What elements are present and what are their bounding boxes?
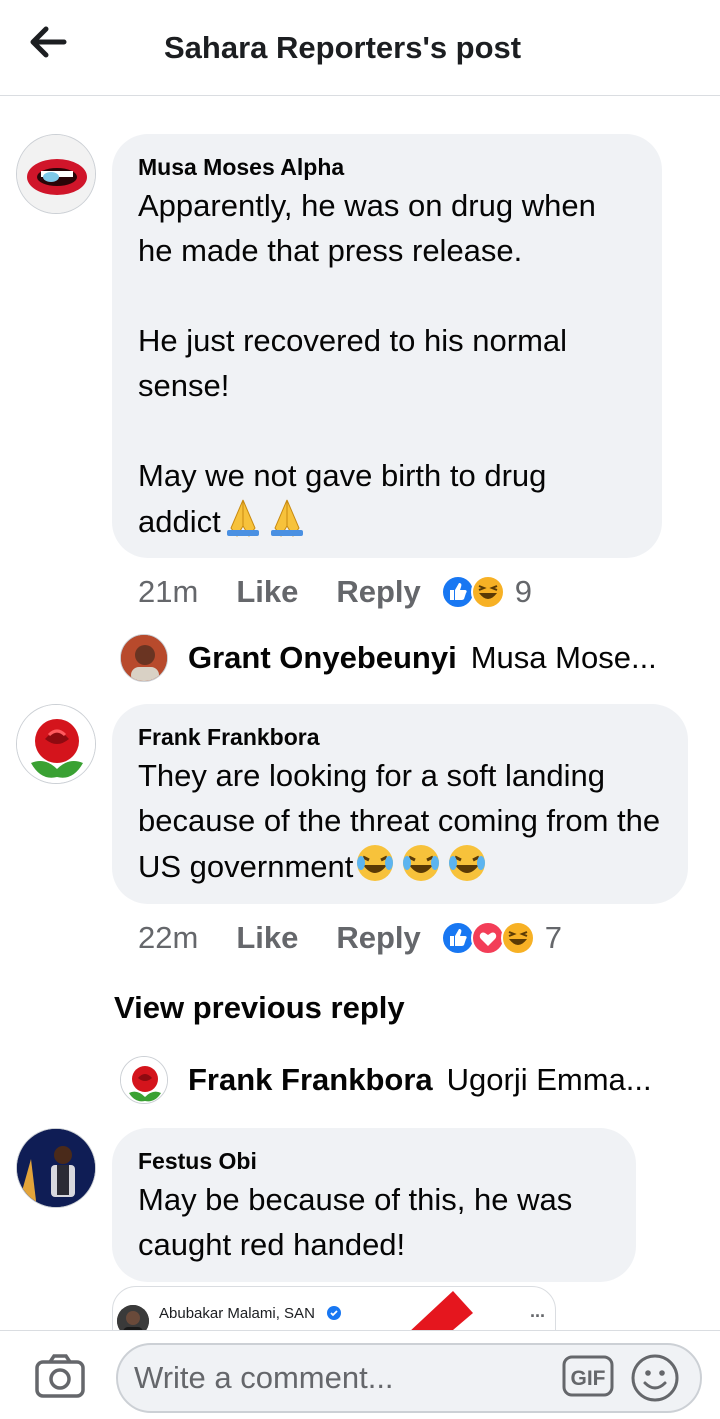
like-reaction-icon: [440, 921, 475, 955]
comment-text: Apparently, he was on drug when he made …: [138, 183, 636, 550]
smiley-icon: [631, 1354, 679, 1402]
person-avatar-image: [17, 1129, 95, 1207]
view-previous-reply-link[interactable]: View previous reply: [114, 990, 405, 1026]
comment-text: They are looking for a soft landing beca…: [138, 753, 662, 895]
reaction-summary[interactable]: 7: [440, 920, 563, 956]
like-reaction-icon: [440, 575, 475, 609]
svg-text:GIF: GIF: [571, 1367, 606, 1390]
joy-emoji: [355, 843, 489, 895]
page-title: Sahara Reporters's post: [164, 30, 522, 65]
comment-time[interactable]: 21m: [138, 574, 198, 610]
comment-meta: 22m Like Reply 7: [138, 920, 562, 956]
haha-reaction-icon: [500, 921, 535, 955]
reply-button[interactable]: Reply: [336, 920, 420, 956]
reply-author[interactable]: Frank Frankbora: [188, 1062, 433, 1098]
top-bar: Sahara Reporters's post: [0, 0, 720, 96]
like-button[interactable]: Like: [236, 920, 298, 956]
gif-button[interactable]: GIF: [562, 1355, 614, 1402]
reaction-summary[interactable]: 9: [440, 574, 533, 610]
camera-button[interactable]: [34, 1353, 86, 1404]
reply-preview[interactable]: Grant Onyebeunyi Musa Mose...: [120, 634, 657, 682]
gif-icon: GIF: [562, 1355, 614, 1397]
comment-bubble[interactable]: Musa Moses Alpha Apparently, he was on d…: [112, 134, 662, 558]
avatar: [120, 634, 168, 682]
reply-snippet: Musa Mose...: [470, 640, 657, 675]
reply-author[interactable]: Grant Onyebeunyi: [188, 640, 457, 676]
comment-composer: GIF: [0, 1330, 720, 1419]
rose-avatar-image: [17, 705, 95, 783]
comment-author[interactable]: Musa Moses Alpha: [138, 154, 636, 181]
comment-author[interactable]: Frank Frankbora: [138, 724, 662, 751]
avatar[interactable]: [16, 1128, 96, 1208]
comment-input[interactable]: [116, 1343, 702, 1413]
comment-meta: 21m Like Reply 9: [138, 574, 532, 610]
emoji-button[interactable]: [630, 1353, 680, 1408]
avatar[interactable]: [16, 134, 96, 214]
comment-bubble[interactable]: Festus Obi May be because of this, he wa…: [112, 1128, 636, 1282]
verified-badge-icon: [327, 1306, 341, 1320]
reaction-count: 7: [544, 920, 563, 955]
attachment-author: Abubakar Malami, SAN: [159, 1305, 315, 1322]
reaction-count: 9: [514, 574, 533, 609]
lips-avatar-image: [17, 135, 95, 213]
comment-author[interactable]: Festus Obi: [138, 1148, 610, 1175]
avatar: [120, 1056, 168, 1104]
love-reaction-icon: [470, 921, 505, 955]
reply-button[interactable]: Reply: [336, 574, 420, 610]
camera-icon: [35, 1354, 85, 1398]
comment-time[interactable]: 22m: [138, 920, 198, 956]
haha-reaction-icon: [470, 575, 505, 609]
attachment-menu-icon[interactable]: ...: [530, 1301, 545, 1322]
back-button[interactable]: [26, 22, 70, 62]
reply-snippet: Ugorji Emma...: [446, 1062, 652, 1097]
comment-bubble[interactable]: Frank Frankbora They are looking for a s…: [112, 704, 688, 904]
folded-hands-emoji: [223, 498, 309, 550]
reply-preview[interactable]: Frank Frankbora Ugorji Emma...: [120, 1056, 652, 1104]
comment-body: Apparently, he was on drug when he made …: [138, 188, 596, 539]
like-button[interactable]: Like: [236, 574, 298, 610]
avatar[interactable]: [16, 704, 96, 784]
arrow-left-icon: [30, 26, 67, 58]
comment-text: May be because of this, he was caught re…: [138, 1182, 573, 1262]
